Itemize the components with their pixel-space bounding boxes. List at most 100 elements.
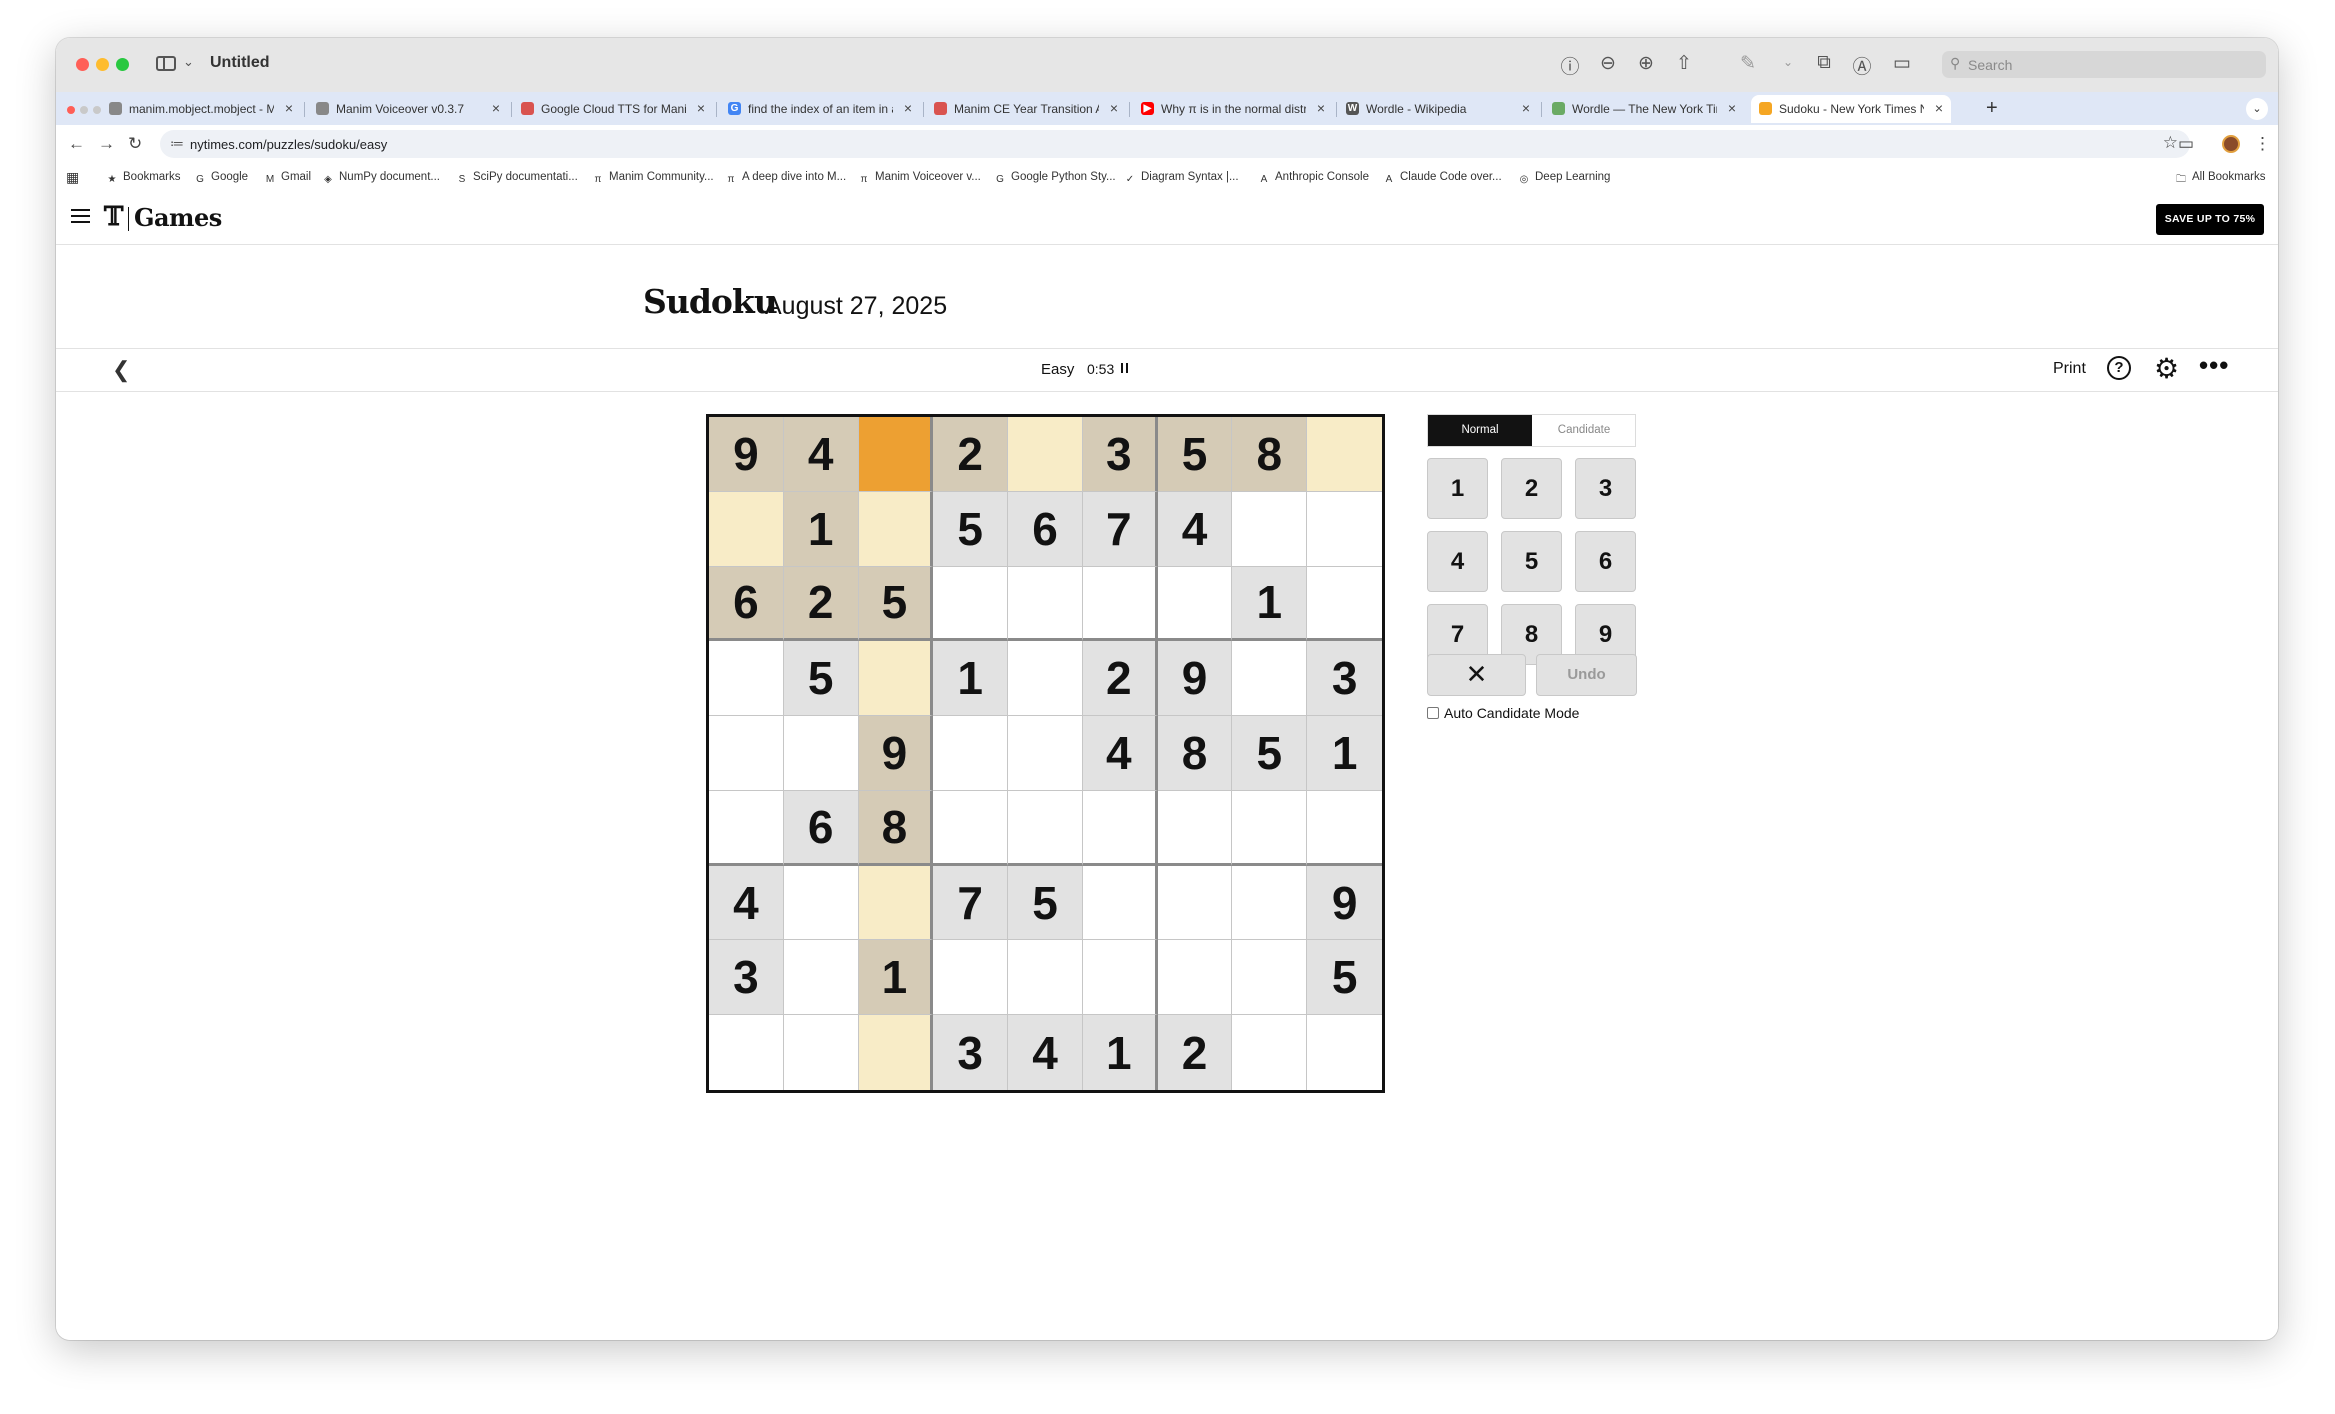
sudoku-cell[interactable]: 4 — [1157, 491, 1233, 567]
zoom-out-icon[interactable]: ⊖ — [1596, 52, 1620, 75]
reload-icon[interactable]: ↻ — [128, 134, 142, 154]
gear-icon[interactable]: ⚙ — [2154, 352, 2179, 385]
sudoku-cell[interactable] — [709, 491, 784, 567]
number-key[interactable]: 1 — [1427, 458, 1488, 519]
sudoku-cell[interactable]: 9 — [709, 417, 784, 492]
print-button[interactable]: Print — [2053, 360, 2086, 378]
sudoku-cell[interactable]: 6 — [1008, 491, 1083, 567]
sudoku-cell[interactable]: 3 — [933, 1015, 1009, 1090]
sudoku-cell[interactable]: 1 — [1082, 1015, 1158, 1090]
more-options-icon[interactable]: ••• — [2199, 350, 2229, 381]
sudoku-cell[interactable]: 1 — [933, 641, 1009, 717]
tab-close-icon[interactable]: × — [1110, 100, 1118, 116]
sudoku-cell[interactable] — [858, 417, 934, 492]
sudoku-cell[interactable] — [1082, 790, 1158, 866]
sudoku-cell[interactable] — [1307, 1015, 1382, 1090]
games-logo[interactable]: Games — [134, 203, 222, 232]
tab-search-button[interactable]: ⌄ — [2246, 98, 2268, 120]
sudoku-cell[interactable] — [783, 865, 859, 941]
forward-arrow-icon[interactable]: → — [98, 134, 115, 154]
sudoku-cell[interactable] — [1008, 641, 1083, 717]
sudoku-cell[interactable] — [709, 1015, 784, 1090]
browser-tab[interactable]: Gfind the index of an item in a × — [720, 95, 920, 123]
sudoku-cell[interactable] — [709, 790, 784, 866]
more-menu-icon[interactable]: ⋮ — [2254, 134, 2271, 154]
sudoku-cell[interactable]: 6 — [709, 566, 784, 642]
sudoku-cell[interactable] — [1082, 940, 1158, 1016]
bookmark-item[interactable]: ✓ Diagram Syntax |... — [1124, 171, 1239, 186]
sudoku-cell[interactable]: 5 — [933, 491, 1009, 567]
minimize-icon[interactable] — [80, 106, 88, 114]
address-bar[interactable]: ≔ nytimes.com/puzzles/sudoku/easy ☆ — [160, 130, 2190, 158]
bookmark-item[interactable]: G Google Python Sty... — [994, 171, 1116, 186]
sudoku-cell[interactable] — [1157, 566, 1233, 642]
sudoku-cell[interactable]: 1 — [1232, 566, 1308, 642]
sudoku-cell[interactable] — [858, 491, 934, 567]
sudoku-cell[interactable] — [933, 566, 1009, 642]
sudoku-cell[interactable] — [783, 940, 859, 1016]
browser-tab[interactable]: manim.mobject.mobject - Ma × — [101, 95, 301, 123]
number-key[interactable]: 5 — [1501, 531, 1562, 592]
tab-close-icon[interactable]: × — [904, 100, 912, 116]
sudoku-cell[interactable]: 3 — [1307, 641, 1382, 717]
sudoku-cell[interactable]: 7 — [933, 865, 1009, 941]
sudoku-cell[interactable] — [1307, 417, 1382, 492]
bookmark-item[interactable]: A Claude Code over... — [1383, 171, 1502, 186]
sudoku-cell[interactable] — [933, 716, 1009, 791]
sudoku-cell[interactable]: 6 — [783, 790, 859, 866]
profile-avatar[interactable] — [2222, 135, 2240, 153]
sudoku-cell[interactable] — [1232, 940, 1308, 1016]
undo-button[interactable]: Undo — [1536, 654, 1637, 696]
sudoku-cell[interactable] — [1307, 567, 1382, 642]
sudoku-cell[interactable]: 4 — [783, 417, 859, 492]
browser-tab[interactable]: Wordle — The New York Times × — [1544, 95, 1744, 123]
sudoku-cell[interactable] — [1157, 865, 1233, 941]
sudoku-cell[interactable]: 8 — [1157, 716, 1233, 791]
zoom-window-button[interactable] — [116, 58, 129, 71]
sudoku-cell[interactable] — [1232, 790, 1308, 866]
markup-icon[interactable]: ✎ — [1736, 52, 1760, 75]
sudoku-cell[interactable] — [783, 716, 859, 791]
sudoku-cell[interactable]: 4 — [709, 865, 784, 941]
bookmark-item[interactable]: S SciPy documentati... — [456, 171, 578, 186]
sudoku-cell[interactable]: 8 — [1232, 417, 1308, 492]
sudoku-cell[interactable] — [1008, 716, 1083, 791]
browser-tab[interactable]: ▶ Why π is in the normal distrib × — [1133, 95, 1333, 123]
subscribe-promo-button[interactable]: SAVE UP TO 75% — [2156, 204, 2264, 235]
number-key[interactable]: 3 — [1575, 458, 1636, 519]
sudoku-cell[interactable]: 5 — [1307, 940, 1382, 1016]
sudoku-cell[interactable] — [933, 940, 1009, 1016]
help-icon[interactable]: ? — [2107, 356, 2131, 380]
checkbox[interactable] — [1427, 707, 1439, 719]
sudoku-cell[interactable]: 2 — [1082, 641, 1158, 717]
sudoku-cell[interactable]: 9 — [858, 716, 934, 791]
sudoku-cell[interactable]: 3 — [709, 940, 784, 1016]
sudoku-cell[interactable]: 1 — [783, 491, 859, 567]
sudoku-cell[interactable]: 4 — [1008, 1015, 1083, 1090]
new-tab-button[interactable]: + — [1986, 97, 1998, 120]
sudoku-cell[interactable] — [1232, 641, 1308, 717]
extensions-icon[interactable]: ▭ — [2178, 134, 2194, 154]
site-settings-icon[interactable]: ≔ — [170, 135, 184, 152]
close-icon[interactable] — [67, 106, 75, 114]
bookmark-item[interactable]: π Manim Voiceover v... — [858, 171, 981, 186]
sudoku-cell[interactable] — [1082, 566, 1158, 642]
bookmark-item[interactable]: ★ Bookmarks — [106, 171, 181, 186]
share-icon[interactable]: ⇧ — [1672, 52, 1696, 75]
bookmark-item[interactable]: ◈ NumPy document... — [322, 171, 440, 186]
browser-tab[interactable]: Sudoku - New York Times Nu × — [1751, 95, 1951, 123]
sudoku-cell[interactable] — [858, 641, 934, 717]
number-key[interactable]: 4 — [1427, 531, 1488, 592]
browser-tab[interactable]: Google Cloud TTS for Manim × — [513, 95, 713, 123]
close-window-button[interactable] — [76, 58, 89, 71]
nyt-logo[interactable]: 𝕋 — [104, 202, 123, 232]
bookmark-item[interactable]: G Google — [194, 171, 248, 186]
tab-close-icon[interactable]: × — [285, 100, 293, 116]
sudoku-cell[interactable]: 7 — [1082, 491, 1158, 567]
tab-close-icon[interactable]: × — [492, 100, 500, 116]
pause-icon[interactable] — [1121, 363, 1129, 373]
chevron-down-icon[interactable]: ⌄ — [183, 54, 194, 70]
bookmark-star-icon[interactable]: ☆ — [2163, 133, 2178, 153]
tab-close-icon[interactable]: × — [1728, 100, 1736, 116]
browser-tab[interactable]: Manim Voiceover v0.3.7 × — [308, 95, 508, 123]
